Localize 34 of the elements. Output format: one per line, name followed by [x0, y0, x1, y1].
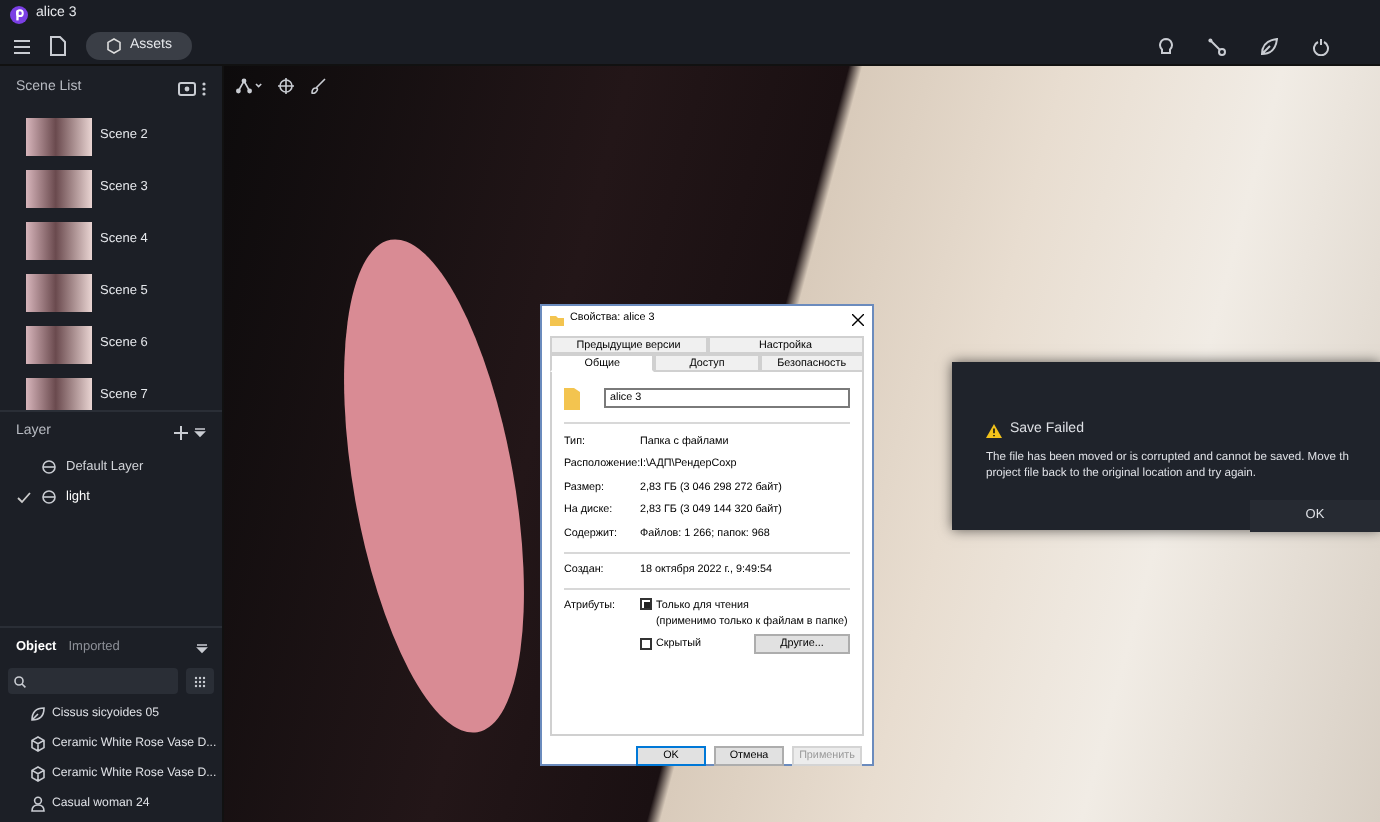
- leaf-icon[interactable]: [1260, 37, 1278, 55]
- grid-icon: [194, 675, 206, 688]
- collapse-icon[interactable]: [194, 427, 206, 437]
- scene-thumbnail: [26, 377, 92, 410]
- person-icon: [30, 795, 46, 811]
- power-icon[interactable]: [1312, 37, 1330, 55]
- app-logo-icon: [10, 5, 28, 23]
- grid-view-button[interactable]: [186, 668, 214, 695]
- scene-thumbnail: [26, 325, 92, 363]
- crosshair-icon[interactable]: [278, 78, 294, 94]
- read-only-checkbox[interactable]: [640, 598, 652, 610]
- scene-thumbnail: [26, 221, 92, 259]
- lightbulb-icon[interactable]: [1158, 37, 1174, 55]
- menu-icon[interactable]: [14, 39, 30, 53]
- layer-icon: [42, 460, 56, 474]
- scene-thumbnail: [26, 117, 92, 155]
- image-icon[interactable]: [177, 81, 195, 95]
- file-icon[interactable]: [50, 36, 66, 56]
- folder-icon: [564, 386, 580, 410]
- close-icon[interactable]: [852, 313, 864, 325]
- scene-thumbnail: [26, 273, 92, 311]
- search-field[interactable]: [8, 668, 178, 695]
- hidden-checkbox[interactable]: [640, 637, 652, 650]
- leaf-icon: [30, 705, 46, 721]
- warning-icon: [986, 423, 1002, 438]
- layer-icon: [42, 490, 56, 504]
- scene-thumbnail: [26, 169, 92, 207]
- search-icon: [14, 675, 26, 688]
- check-icon[interactable]: [16, 489, 32, 505]
- folder-icon: [550, 313, 564, 325]
- brush-icon[interactable]: [310, 78, 326, 94]
- plus-icon[interactable]: [173, 425, 187, 439]
- collapse-icon[interactable]: [196, 643, 209, 654]
- transform-icon[interactable]: [236, 78, 262, 94]
